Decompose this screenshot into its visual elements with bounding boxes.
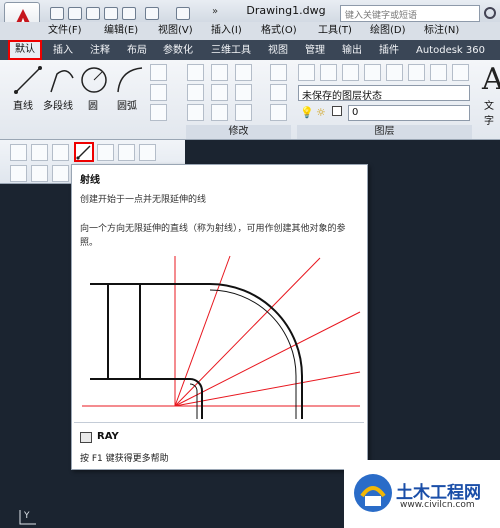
- tab-output[interactable]: 输出: [342, 42, 362, 60]
- document-title: Drawing1.dwg: [246, 4, 326, 17]
- line-label: 直线: [13, 101, 33, 112]
- search-input[interactable]: 键入关键字或短语: [340, 5, 480, 22]
- layers-panel-title[interactable]: 图层: [297, 125, 472, 139]
- construction-line-icon[interactable]: [52, 144, 69, 161]
- explode-icon[interactable]: [270, 84, 287, 101]
- save-as-icon[interactable]: [104, 7, 118, 20]
- open-file-icon[interactable]: [68, 7, 82, 20]
- undo-icon[interactable]: [145, 7, 159, 20]
- hatch-tool-icon[interactable]: [150, 104, 167, 121]
- polyline-tool-icon[interactable]: [47, 64, 79, 96]
- arc-tool-icon[interactable]: [114, 64, 146, 96]
- rotate-icon[interactable]: [211, 64, 228, 81]
- circle-tool-icon[interactable]: [78, 64, 110, 96]
- redo-icon[interactable]: [176, 7, 190, 20]
- menu-edit[interactable]: 编辑(E): [104, 22, 138, 40]
- save-icon[interactable]: [86, 7, 100, 20]
- ucs-icon: Y: [19, 510, 36, 525]
- new-file-icon[interactable]: [50, 7, 64, 20]
- circle-label: 圆: [88, 101, 98, 112]
- rectangle-tool-icon[interactable]: [150, 64, 167, 81]
- watermark-logo-icon: [354, 474, 392, 512]
- measure-icon[interactable]: [139, 144, 156, 161]
- tab-parametric[interactable]: 参数化: [163, 42, 193, 60]
- search-icon[interactable]: [484, 7, 496, 19]
- lightbulb-icon[interactable]: 💡: [300, 106, 314, 119]
- tooltip-command: RAY: [97, 431, 119, 442]
- sun-icon[interactable]: ☼: [316, 106, 326, 119]
- tab-home[interactable]: 默认: [8, 40, 42, 60]
- tab-view[interactable]: 视图: [268, 42, 288, 60]
- command-icon: [80, 432, 92, 443]
- mirror-icon[interactable]: [211, 84, 228, 101]
- layer-state-select[interactable]: 未保存的图层状态: [298, 85, 470, 102]
- layer-properties-icon[interactable]: [298, 64, 315, 81]
- tooltip-divider: [74, 422, 364, 423]
- trim-icon[interactable]: [235, 64, 252, 81]
- divide-icon[interactable]: [118, 144, 135, 161]
- print-icon[interactable]: [122, 7, 136, 20]
- menu-tools[interactable]: 工具(T): [318, 22, 352, 40]
- layer-freeze-icon[interactable]: [386, 64, 403, 81]
- tab-autodesk-360[interactable]: Autodesk 360: [416, 42, 485, 60]
- spline-cv-icon[interactable]: [31, 144, 48, 161]
- menu-file[interactable]: 文件(F): [48, 22, 82, 40]
- ray-illustration: [82, 255, 361, 419]
- text-tool-label: 文字: [484, 101, 494, 127]
- fillet-icon[interactable]: [235, 84, 252, 101]
- move-icon[interactable]: [187, 64, 204, 81]
- watermark-url: www.civilcn.com: [400, 500, 475, 510]
- tab-plugins[interactable]: 插件: [379, 42, 399, 60]
- tooltip-help: 按 F1 键获得更多帮助: [80, 454, 169, 464]
- menu-draw[interactable]: 绘图(D): [370, 22, 406, 40]
- menu-insert[interactable]: 插入(I): [211, 22, 242, 40]
- tab-3d-tools[interactable]: 三维工具: [211, 42, 251, 60]
- tab-manage[interactable]: 管理: [305, 42, 325, 60]
- offset-icon[interactable]: [270, 104, 287, 121]
- copy-icon[interactable]: [187, 84, 204, 101]
- modify-panel-title[interactable]: 修改: [186, 125, 291, 139]
- layer-off-icon[interactable]: [408, 64, 425, 81]
- lock-icon[interactable]: [332, 106, 342, 116]
- revision-cloud-icon[interactable]: [52, 165, 69, 182]
- erase-icon[interactable]: [270, 64, 287, 81]
- line-tool-icon[interactable]: [12, 64, 44, 96]
- menu-dimension[interactable]: 标注(N): [424, 22, 459, 40]
- ray-button[interactable]: [74, 142, 94, 162]
- spline-fit-icon[interactable]: [10, 144, 27, 161]
- svg-text:Y: Y: [23, 511, 30, 521]
- menu-view[interactable]: 视图(V): [158, 22, 193, 40]
- ellipse-tool-icon[interactable]: [150, 84, 167, 101]
- ray-icon: [76, 145, 91, 160]
- scale-icon[interactable]: [211, 104, 228, 121]
- layer-lock-icon[interactable]: [430, 64, 447, 81]
- tab-annotate[interactable]: 注释: [90, 42, 110, 60]
- tab-insert[interactable]: 插入: [53, 42, 73, 60]
- tooltip-body: 向一个方向无限延伸的直线（称为射线），可用作创建其他对象的参照。: [80, 224, 346, 248]
- region-icon[interactable]: [10, 165, 27, 182]
- tooltip-description: 创建开始于一点并无限延伸的线: [80, 195, 207, 205]
- menu-format[interactable]: 格式(O): [261, 22, 297, 40]
- quick-access-more[interactable]: »: [212, 6, 218, 17]
- stretch-icon[interactable]: [187, 104, 204, 121]
- current-layer-select[interactable]: 0: [348, 105, 470, 121]
- point-icon[interactable]: [97, 144, 114, 161]
- text-tool-icon[interactable]: A: [482, 62, 500, 97]
- wipeout-icon[interactable]: [31, 165, 48, 182]
- layer-match-icon[interactable]: [320, 64, 337, 81]
- layer-isolate-icon[interactable]: [342, 64, 359, 81]
- tooltip-title: 射线: [80, 175, 100, 186]
- layer-unisolate-icon[interactable]: [364, 64, 381, 81]
- arc-label: 圆弧: [117, 101, 137, 112]
- layer-unlock-icon[interactable]: [452, 64, 469, 81]
- array-icon[interactable]: [235, 104, 252, 121]
- tab-layout[interactable]: 布局: [127, 42, 147, 60]
- polyline-label: 多段线: [43, 101, 73, 112]
